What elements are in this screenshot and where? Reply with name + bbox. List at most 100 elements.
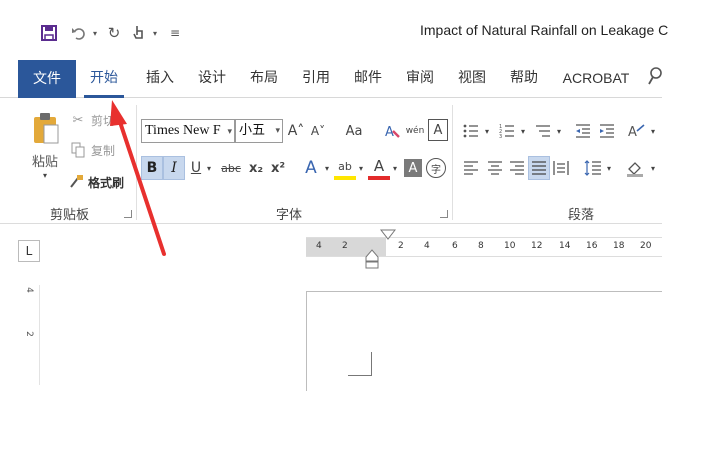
ruler-tick: 18 (613, 241, 625, 251)
underline-dropdown-icon[interactable]: ▾ (204, 156, 214, 180)
ruler-tick: 20 (640, 241, 652, 251)
group-divider (452, 105, 453, 220)
ribbon-tabs: 文件 开始 插入 设计 布局 引用 邮件 审阅 视图 帮助 ACROBAT (0, 58, 662, 98)
ruler-tick: 4 (23, 287, 34, 293)
highlight-color-icon[interactable]: ab (334, 156, 356, 180)
ruler-tick: 4 (424, 241, 430, 251)
highlight-dropdown-icon[interactable]: ▾ (356, 156, 366, 180)
touch-dropdown-icon[interactable]: ▾ (150, 22, 160, 44)
tab-references[interactable]: 引用 (296, 58, 336, 98)
bullets-icon[interactable] (460, 119, 482, 143)
line-spacing-dropdown-icon[interactable]: ▾ (604, 156, 614, 180)
ruler-tick: 8 (478, 241, 484, 251)
asian-layout-dropdown-icon[interactable]: ▾ (648, 119, 658, 143)
search-icon[interactable] (648, 66, 662, 91)
ruler-tick: 4 (316, 241, 322, 251)
italic-button[interactable]: I (163, 156, 185, 180)
clear-formatting-icon[interactable]: A (382, 119, 404, 143)
tab-help[interactable]: 帮助 (504, 58, 544, 98)
paste-button[interactable]: 粘贴 (28, 151, 62, 170)
ruler-tick: 12 (531, 241, 543, 251)
document-page[interactable] (306, 291, 662, 391)
tab-view[interactable]: 视图 (452, 58, 492, 98)
tab-mailings[interactable]: 邮件 (348, 58, 388, 98)
copy-icon[interactable] (68, 139, 88, 161)
cut-button[interactable]: 剪切 (88, 109, 118, 131)
phonetic-guide-icon[interactable]: wén (404, 119, 426, 143)
align-center-icon[interactable] (484, 156, 506, 180)
bullets-dropdown-icon[interactable]: ▾ (482, 119, 492, 143)
ruler-tick: 2 (398, 241, 404, 251)
shading-icon[interactable] (624, 156, 646, 180)
font-color-dropdown-icon[interactable]: ▾ (390, 156, 400, 180)
align-left-icon[interactable] (460, 156, 482, 180)
chevron-down-icon: ▾ (227, 126, 232, 136)
font-size-select[interactable]: 小五 ▾ (235, 119, 283, 143)
clipboard-launcher-icon[interactable] (124, 210, 132, 218)
format-painter-icon[interactable] (66, 171, 86, 193)
ruler-tick: 10 (504, 241, 516, 251)
justify-icon[interactable] (528, 156, 550, 180)
line-spacing-icon[interactable] (582, 156, 604, 180)
multilevel-list-icon[interactable] (532, 119, 554, 143)
subscript-button[interactable]: x₂ (246, 156, 266, 180)
increase-indent-icon[interactable] (596, 119, 618, 143)
align-right-icon[interactable] (506, 156, 528, 180)
touch-mode-icon[interactable] (128, 22, 150, 44)
asian-layout-icon[interactable]: A (626, 119, 648, 143)
numbering-icon[interactable]: 123 (496, 119, 518, 143)
multilevel-dropdown-icon[interactable]: ▾ (554, 119, 564, 143)
horizontal-ruler[interactable]: 4 2 2 4 6 8 10 12 14 16 18 20 (306, 237, 662, 257)
tab-layout[interactable]: 布局 (244, 58, 284, 98)
paste-icon[interactable] (30, 111, 62, 145)
paste-dropdown-icon[interactable]: ▾ (38, 169, 52, 181)
copy-button[interactable]: 复制 (88, 139, 118, 161)
ruler-tick: 2 (23, 331, 34, 337)
numbering-dropdown-icon[interactable]: ▾ (518, 119, 528, 143)
chevron-down-icon: ▾ (275, 126, 280, 136)
text-effects-dropdown-icon[interactable]: ▾ (322, 156, 332, 180)
shrink-font-icon[interactable]: A˅ (308, 119, 328, 143)
tab-insert[interactable]: 插入 (140, 58, 180, 98)
tab-file[interactable]: 文件 (18, 60, 76, 98)
paragraph-group-label: 段落 (568, 208, 595, 223)
tab-acrobat[interactable]: ACROBAT (558, 58, 634, 98)
bold-button[interactable]: B (141, 156, 163, 180)
cut-icon[interactable]: ✂ (68, 109, 88, 131)
superscript-button[interactable]: x² (268, 156, 288, 180)
text-effects-icon[interactable]: A (300, 156, 322, 180)
tab-design[interactable]: 设计 (192, 58, 232, 98)
format-painter-button[interactable]: 格式刷 (86, 171, 126, 193)
enclose-characters-icon[interactable]: 字 (426, 158, 446, 178)
decrease-indent-icon[interactable] (572, 119, 594, 143)
group-divider (136, 105, 137, 220)
customize-qat-icon[interactable]: ≡ (168, 22, 182, 44)
font-name-select[interactable]: Times New F ▾ (141, 119, 235, 143)
svg-text:A: A (385, 125, 394, 140)
shading-dropdown-icon[interactable]: ▾ (648, 156, 658, 180)
underline-button[interactable]: U (188, 156, 204, 180)
save-icon[interactable] (38, 22, 60, 44)
distributed-icon[interactable] (550, 156, 572, 180)
clipboard-group-label: 剪贴板 (50, 208, 90, 223)
undo-dropdown-icon[interactable]: ▾ (90, 22, 100, 44)
margin-corner-mark (348, 352, 372, 376)
svg-text:3: 3 (499, 134, 502, 139)
undo-icon[interactable] (68, 22, 90, 44)
font-size-value: 小五 (239, 123, 266, 138)
strikethrough-button[interactable]: abc (218, 156, 244, 180)
svg-text:A: A (628, 125, 637, 139)
hanging-indent-icon[interactable] (365, 249, 379, 269)
redo-icon[interactable]: ↻ (104, 22, 124, 44)
character-shading-icon[interactable]: A (404, 159, 422, 177)
font-color-icon[interactable]: A (368, 156, 390, 180)
tab-selector-button[interactable]: L (18, 240, 40, 262)
first-line-indent-icon[interactable] (380, 229, 396, 241)
tab-home[interactable]: 开始 (84, 58, 124, 98)
grow-font-icon[interactable]: A˄ (286, 119, 306, 143)
vertical-ruler[interactable]: 4 2 (22, 285, 40, 385)
change-case-icon[interactable]: Aa (338, 119, 370, 143)
font-launcher-icon[interactable] (440, 210, 448, 218)
character-border-icon[interactable]: A (428, 119, 448, 141)
tab-review[interactable]: 审阅 (400, 58, 440, 98)
